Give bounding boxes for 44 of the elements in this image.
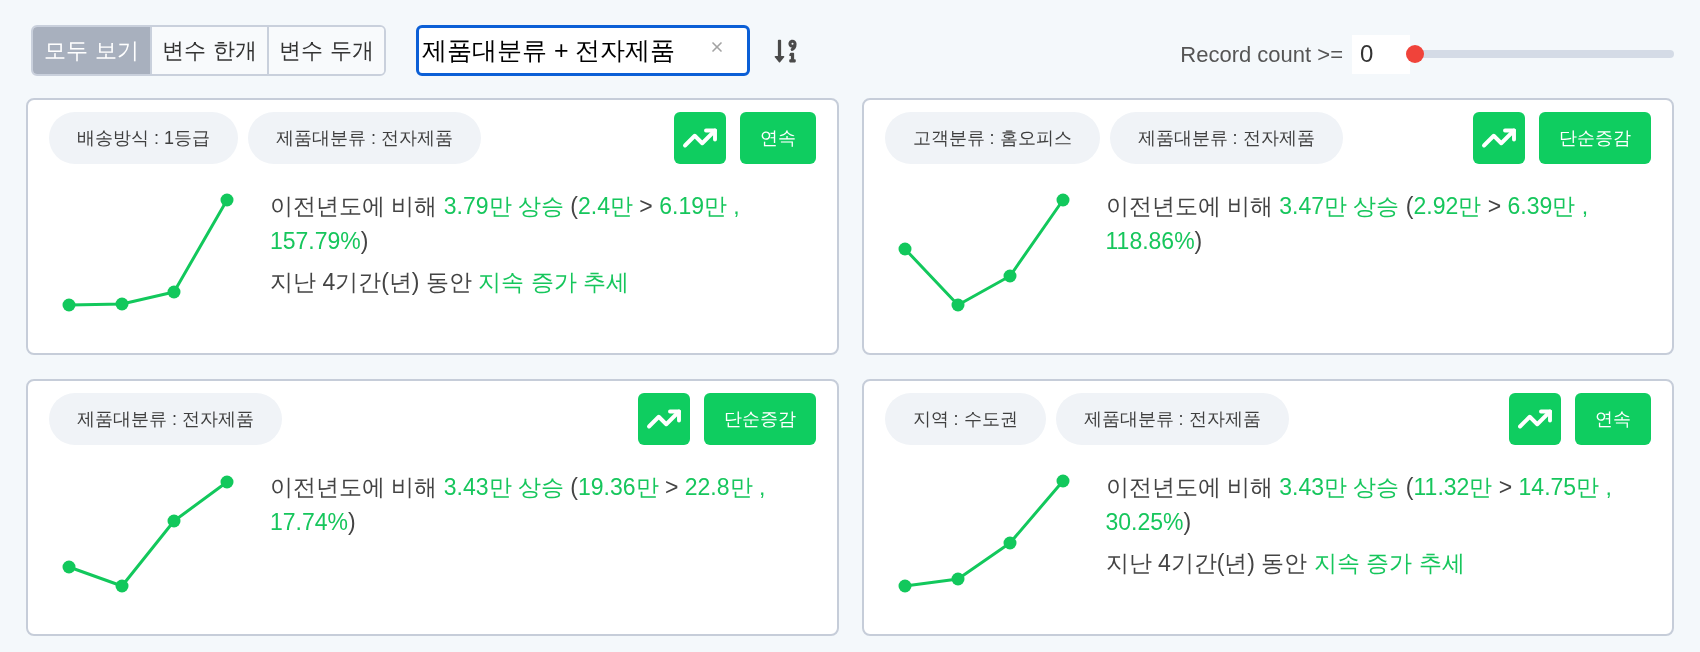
trending-up-icon: [637, 393, 690, 445]
trending-up-icon: [1509, 393, 1561, 445]
filter-chip: 지역 : 수도권: [884, 393, 1046, 445]
sparkline-point: [898, 242, 911, 256]
filter-chip: 고객분류 : 홈오피스: [884, 112, 1100, 164]
sparkline-point: [62, 560, 76, 574]
sparkline-point: [167, 285, 181, 299]
sparkline-point: [951, 298, 964, 312]
change-summary: 이전년도에 비해 3.47만 상승 (2.92만 > 6.39만 , 118.86%): [1105, 192, 1590, 256]
change-summary: 이전년도에 비해 3.43만 상승 (19.36만 > 22.8만 , 17.74%): [270, 473, 767, 537]
pattern-tag: 단순증감: [1539, 112, 1651, 164]
sparkline-point: [1056, 193, 1069, 207]
filter-chip: 제품대분류 : 전자제품: [1055, 393, 1289, 445]
filter-chip: 제품대분류 : 전자제품: [248, 112, 482, 164]
trending-up-icon: [673, 112, 726, 164]
sparkline-point: [115, 579, 129, 593]
change-summary: 이전년도에 비해 3.79만 상승 (2.4만 > 6.19만 , 157.79%): [270, 192, 741, 256]
slider-thumb[interactable]: [1406, 45, 1424, 63]
filter-chip: 제품대분류 : 전자제품: [49, 393, 282, 445]
sparkline-point: [1003, 269, 1016, 283]
pattern-tag: 연속: [739, 112, 816, 164]
sparkline-point: [951, 572, 964, 586]
filter-chip: 배송방식 : 1등급: [49, 112, 238, 164]
sort-descending-icon[interactable]: [773, 37, 799, 64]
search-field[interactable]: 제품대분류 + 전자제품: [416, 25, 750, 76]
sparkline-point: [1003, 536, 1016, 550]
sparkline-point: [1056, 474, 1069, 488]
trend-summary: 지난 4기간(년) 동안 지속 증가 추세: [1105, 549, 1466, 578]
pattern-tag: 단순증감: [703, 393, 816, 445]
sparkline-point: [220, 193, 234, 207]
trending-up-icon: [1473, 112, 1525, 164]
change-summary: 이전년도에 비해 3.43만 상승 (11.32만 > 14.75만 , 30.25%): [1105, 473, 1613, 537]
sparkline-point: [220, 475, 234, 489]
record-count-input[interactable]: 0: [1352, 34, 1410, 74]
record-count-label: Record count >=: [1180, 40, 1343, 69]
sparkline-point: [115, 297, 129, 311]
record-count-slider[interactable]: [1406, 45, 1674, 63]
trend-summary: 지난 4기간(년) 동안 지속 증가 추세: [270, 268, 631, 297]
filter-chip: 제품대분류 : 전자제품: [1109, 112, 1343, 164]
view-tab[interactable]: 변수 두개: [267, 27, 384, 74]
sparkline-point: [167, 514, 181, 528]
pattern-tag: 연속: [1575, 393, 1651, 445]
sparkline-point: [898, 579, 911, 593]
sparkline-point: [62, 298, 76, 312]
